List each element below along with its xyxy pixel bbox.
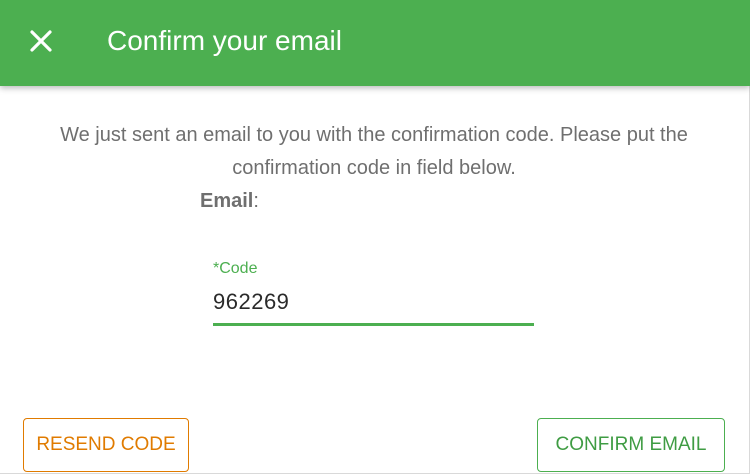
- confirm-email-dialog: Confirm your email We just sent an email…: [0, 0, 750, 474]
- code-underline: [213, 323, 534, 326]
- code-label: *Code: [213, 260, 258, 277]
- code-field: *Code: [213, 257, 534, 327]
- dialog-header: Confirm your email: [0, 0, 750, 86]
- close-icon: [30, 30, 52, 52]
- confirmation-message: We just sent an email to you with the co…: [60, 124, 688, 179]
- close-button[interactable]: [23, 23, 59, 59]
- email-row: Email:: [200, 187, 259, 215]
- email-separator: :: [253, 190, 259, 212]
- email-label: Email: [200, 190, 254, 212]
- resend-code-button[interactable]: RESEND CODE: [23, 418, 189, 472]
- confirm-email-button[interactable]: CONFIRM EMAIL: [537, 418, 725, 472]
- code-input[interactable]: [213, 284, 534, 320]
- dialog-title: Confirm your email: [107, 25, 342, 56]
